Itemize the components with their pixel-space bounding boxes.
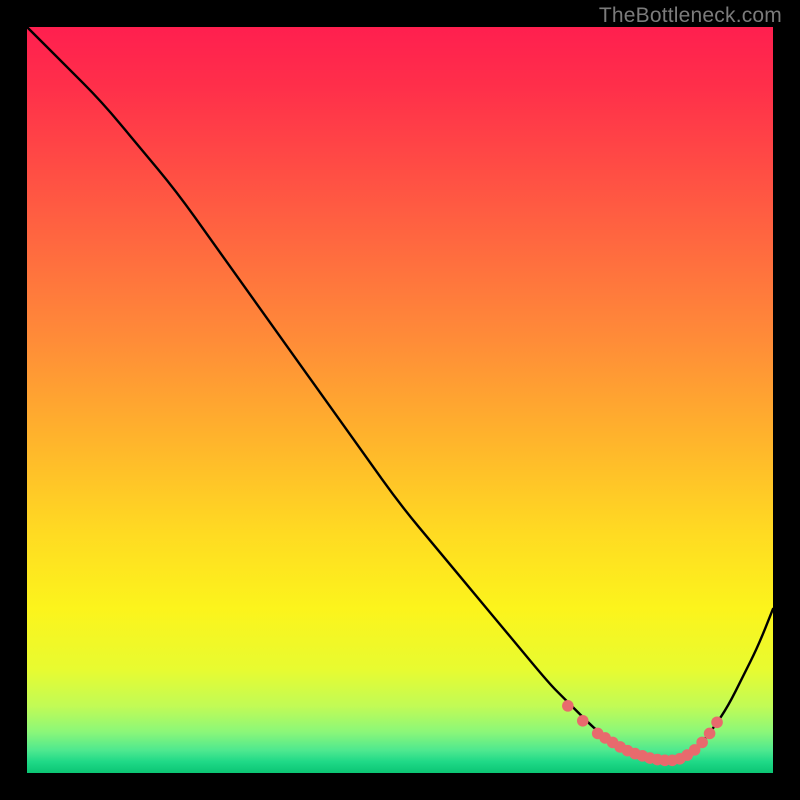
gradient-background <box>27 27 773 773</box>
optimum-marker <box>577 715 589 727</box>
optimum-marker <box>711 716 723 728</box>
optimum-marker <box>704 728 716 740</box>
optimum-marker <box>696 737 708 749</box>
chart-svg <box>27 27 773 773</box>
plot-area <box>27 27 773 773</box>
watermark-label: TheBottleneck.com <box>599 4 782 28</box>
chart-frame: TheBottleneck.com <box>0 0 800 800</box>
optimum-marker <box>562 700 574 712</box>
